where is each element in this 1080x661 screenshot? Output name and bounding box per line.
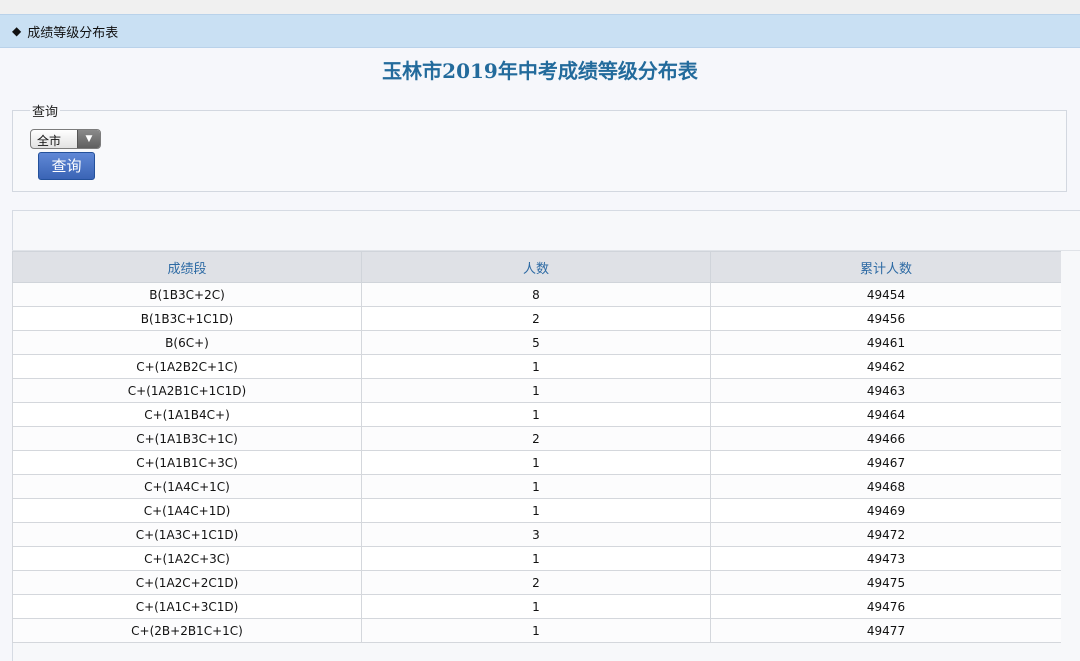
grade-band-cell: C+(1A1C+3C1D): [12, 594, 362, 619]
table-row: C+(1A1C+3C1D) 1 49476: [12, 594, 1062, 619]
grade-band-cell: C+(1A3C+1C1D): [12, 522, 362, 547]
query-button[interactable]: 查询: [38, 152, 95, 180]
cumulative-count-cell: 49477: [710, 618, 1062, 643]
count-cell: 8: [361, 282, 711, 307]
grade-band-cell: C+(1A4C+1D): [12, 498, 362, 523]
cumulative-count-cell: 49461: [710, 330, 1062, 355]
count-cell: 1: [361, 594, 711, 619]
grade-band-cell: C+(1A1B3C+1C): [12, 426, 362, 451]
count-cell: 2: [361, 426, 711, 451]
grade-band-cell: B(1B3C+1C1D): [12, 306, 362, 331]
table-row: C+(1A4C+1D) 1 49469: [12, 498, 1062, 523]
table-row: C+(1A2C+2C1D) 2 49475: [12, 570, 1062, 595]
right-edge-area: [1061, 251, 1080, 661]
grade-band-cell: C+(1A4C+1C): [12, 474, 362, 499]
cumulative-count-cell: 49475: [710, 570, 1062, 595]
column-header-grade-band[interactable]: 成绩段: [12, 251, 362, 283]
region-select[interactable]: 全市 ▼: [30, 129, 101, 149]
cumulative-count-cell: 49468: [710, 474, 1062, 499]
grade-band-cell: C+(1A2C+2C1D): [12, 570, 362, 595]
cumulative-count-cell: 49469: [710, 498, 1062, 523]
count-cell: 1: [361, 402, 711, 427]
cumulative-count-cell: 49473: [710, 546, 1062, 571]
table-row: B(1B3C+1C1D) 2 49456: [12, 306, 1062, 331]
diamond-icon: ◆: [12, 24, 22, 38]
cumulative-count-cell: 49466: [710, 426, 1062, 451]
table-row: C+(1A1B3C+1C) 2 49466: [12, 426, 1062, 451]
count-cell: 1: [361, 378, 711, 403]
cumulative-count-cell: 49476: [710, 594, 1062, 619]
grade-distribution-table: 成绩段 人数 累计人数 B(1B3C+2C) 8 49454 B(1B3C+1C1D)…: [12, 251, 1062, 643]
count-cell: 1: [361, 450, 711, 475]
table-row: C+(2B+2B1C+1C) 1 49477: [12, 618, 1062, 643]
top-strip: [0, 0, 1080, 14]
count-cell: 5: [361, 330, 711, 355]
region-select-value: 全市: [37, 134, 62, 148]
chevron-down-icon[interactable]: ▼: [77, 130, 100, 148]
count-cell: 1: [361, 354, 711, 379]
grade-band-cell: C+(2B+2B1C+1C): [12, 618, 362, 643]
cumulative-count-cell: 49464: [710, 402, 1062, 427]
table-row: C+(1A1B4C+) 1 49464: [12, 402, 1062, 427]
table-row: B(6C+) 5 49461: [12, 330, 1062, 355]
cumulative-count-cell: 49454: [710, 282, 1062, 307]
grade-band-cell: C+(1A1B4C+): [12, 402, 362, 427]
grade-band-cell: C+(1A2B2C+1C): [12, 354, 362, 379]
page-title: 玉林市2019年中考成绩等级分布表: [382, 59, 698, 83]
cumulative-count-cell: 49467: [710, 450, 1062, 475]
table-row: C+(1A1B1C+3C) 1 49467: [12, 450, 1062, 475]
cumulative-count-cell: 49462: [710, 354, 1062, 379]
grade-band-cell: C+(1A1B1C+3C): [12, 450, 362, 475]
column-header-cumulative[interactable]: 累计人数: [710, 251, 1062, 283]
cumulative-count-cell: 49456: [710, 306, 1062, 331]
table-row: C+(1A3C+1C1D) 3 49472: [12, 522, 1062, 547]
table-row: B(1B3C+2C) 8 49454: [12, 282, 1062, 307]
grade-band-cell: C+(1A2B1C+1C1D): [12, 378, 362, 403]
query-legend: 查询: [30, 101, 61, 120]
table-row: C+(1A2C+3C) 1 49473: [12, 546, 1062, 571]
column-header-count[interactable]: 人数: [361, 251, 711, 283]
cumulative-count-cell: 49472: [710, 522, 1062, 547]
grade-band-cell: B(6C+): [12, 330, 362, 355]
grade-band-cell: C+(1A2C+3C): [12, 546, 362, 571]
section-header-bar: ◆ 成绩等级分布表: [0, 14, 1080, 48]
count-cell: 2: [361, 306, 711, 331]
table-row: C+(1A2B2C+1C) 1 49462: [12, 354, 1062, 379]
count-cell: 2: [361, 570, 711, 595]
count-cell: 1: [361, 498, 711, 523]
count-cell: 1: [361, 546, 711, 571]
table-row: C+(1A2B1C+1C1D) 1 49463: [12, 378, 1062, 403]
count-cell: 3: [361, 522, 711, 547]
count-cell: 1: [361, 618, 711, 643]
query-fieldset: [12, 110, 1067, 192]
table-row: C+(1A4C+1C) 1 49468: [12, 474, 1062, 499]
table-header-row: 成绩段 人数 累计人数: [12, 251, 1062, 283]
count-cell: 1: [361, 474, 711, 499]
grade-band-cell: B(1B3C+2C): [12, 282, 362, 307]
section-header-label: 成绩等级分布表: [27, 25, 119, 41]
cumulative-count-cell: 49463: [710, 378, 1062, 403]
